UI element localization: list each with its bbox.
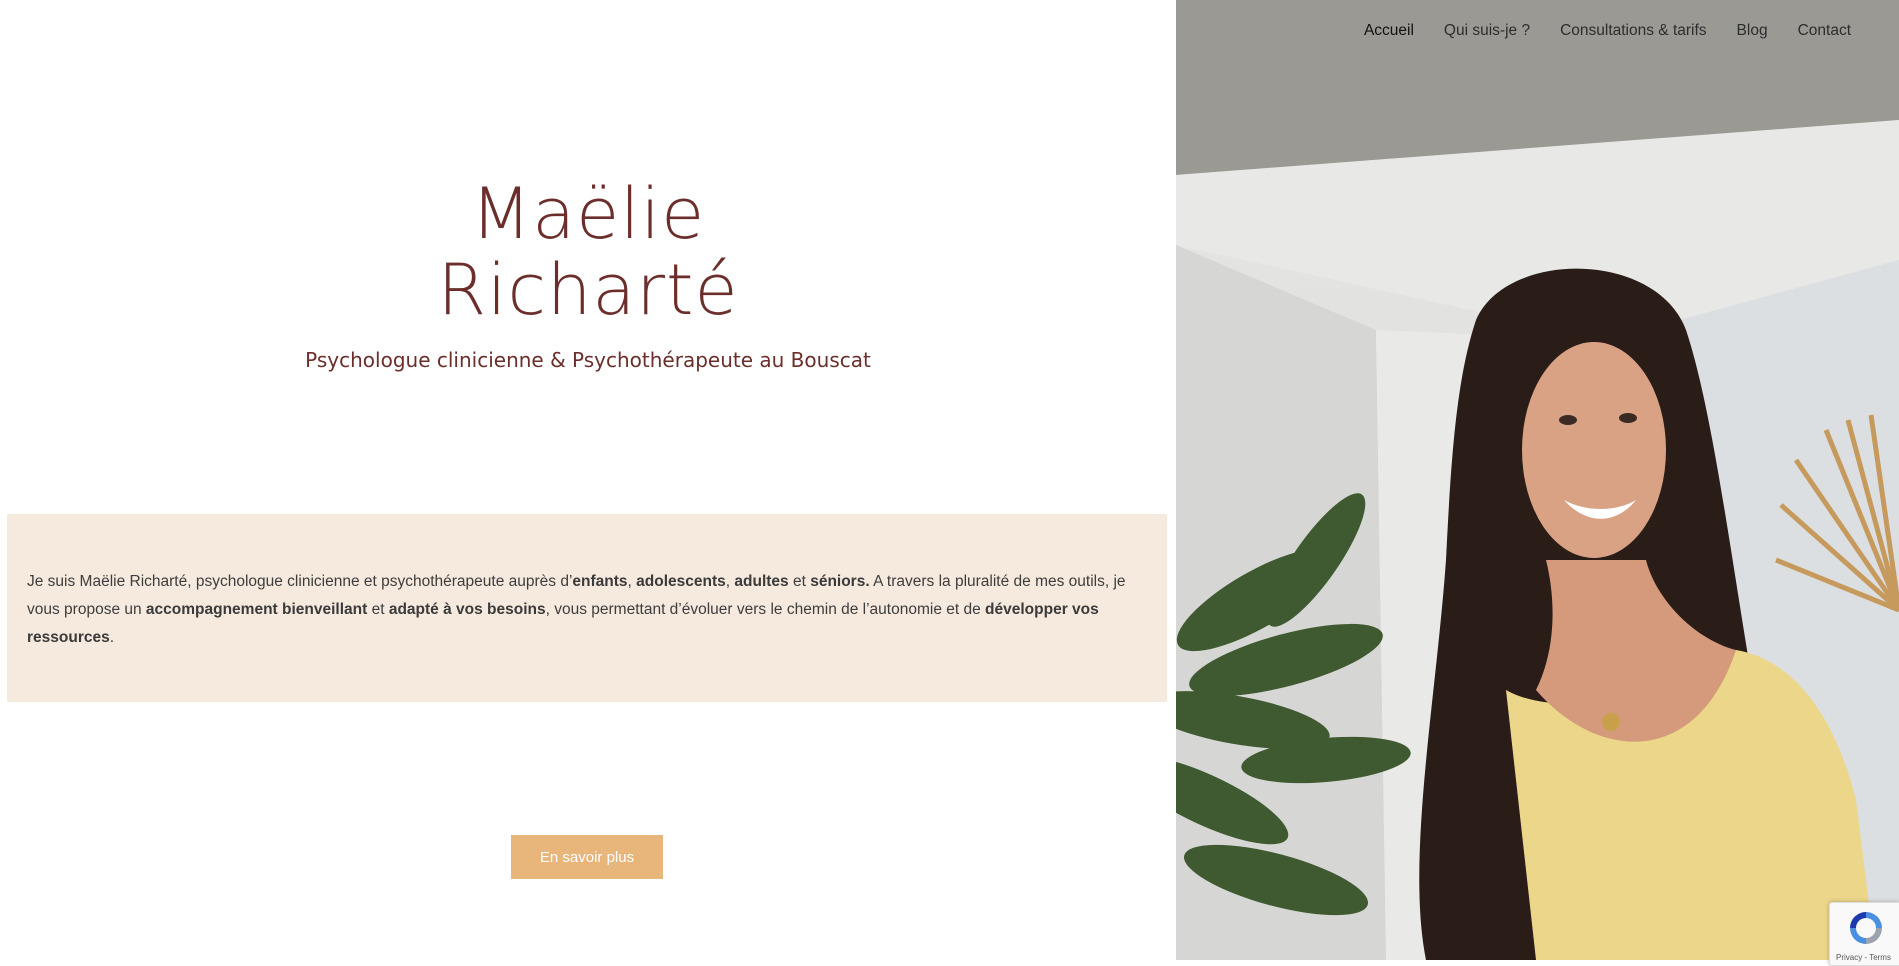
nav-item-blog[interactable]: Blog	[1737, 22, 1768, 40]
recaptcha-icon	[1850, 912, 1882, 944]
recaptcha-footer[interactable]: Privacy - Terms	[1836, 953, 1891, 962]
portrait-photo-panel: Accueil Qui suis-je ? Consultations & ta…	[1176, 0, 1899, 960]
main-nav: Accueil Qui suis-je ? Consultations & ta…	[1364, 22, 1851, 40]
hero-name-line1: Maëlie	[470, 173, 706, 255]
intro-text: Je suis Maëlie Richarté, psychologue cli…	[27, 568, 1147, 652]
hero-name-line2: Richarté	[437, 249, 739, 331]
intro-box: Je suis Maëlie Richarté, psychologue cli…	[7, 514, 1167, 702]
intro-text-segment: et	[367, 601, 389, 618]
nav-item-contact[interactable]: Contact	[1798, 22, 1851, 40]
intro-text-segment: .	[109, 629, 115, 646]
necklace-pendant	[1602, 713, 1620, 731]
face	[1522, 342, 1666, 558]
intro-emphasis: adolescents	[636, 573, 726, 590]
learn-more-button[interactable]: En savoir plus	[511, 835, 663, 879]
intro-emphasis: adapté à vos besoins	[388, 601, 546, 618]
intro-text-segment: et	[788, 573, 811, 590]
nav-item-accueil[interactable]: Accueil	[1364, 22, 1414, 40]
intro-emphasis: séniors.	[810, 573, 870, 590]
intro-text-segment: ,	[627, 573, 637, 590]
intro-emphasis: accompagnement bienveillant	[145, 601, 368, 618]
intro-emphasis: adultes	[734, 573, 789, 590]
hero-left-panel: Maëlie Richarté Psychologue clinicienne …	[0, 0, 1176, 966]
intro-text-segment: , vous permettant d’évoluer vers le chem…	[545, 601, 986, 618]
hero-subtitle: Psychologue clinicienne & Psychothérapeu…	[305, 348, 871, 372]
nav-item-qui-suis-je[interactable]: Qui suis-je ?	[1444, 22, 1530, 40]
left-eye	[1559, 415, 1577, 425]
portrait-photo	[1176, 0, 1899, 960]
right-eye	[1619, 413, 1637, 423]
nav-item-consultations-tarifs[interactable]: Consultations & tarifs	[1560, 22, 1706, 40]
intro-text-segment: Je suis Maëlie Richarté, psychologue cli…	[27, 573, 573, 590]
hero-name: Maëlie Richarté	[0, 176, 1176, 328]
intro-emphasis: enfants	[572, 573, 628, 590]
recaptcha-badge[interactable]: Privacy - Terms	[1829, 902, 1899, 966]
